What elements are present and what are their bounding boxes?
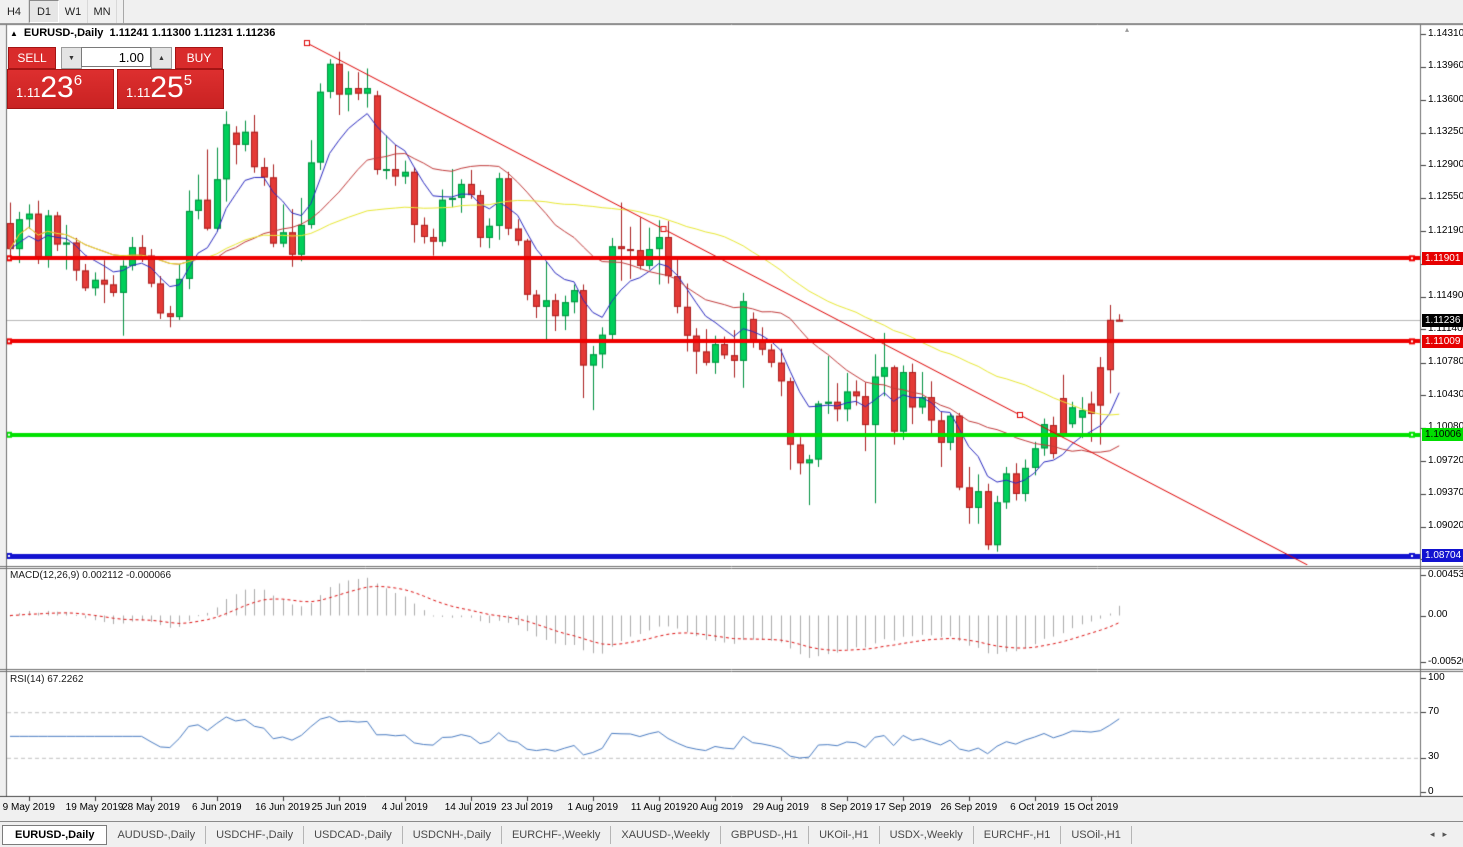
date-axis-label: 23 Jul 2019	[501, 802, 553, 813]
buy-price-prefix: 1.11	[126, 85, 150, 100]
tab-eurchf-h1[interactable]: EURCHF-,H1	[974, 826, 1062, 844]
date-axis-label: 14 Jul 2019	[445, 802, 497, 813]
price-axis-tick: 1.09720	[1428, 455, 1463, 466]
rsi-label: RSI(14) 67.2262	[10, 674, 83, 685]
chart-canvas[interactable]	[0, 0, 1463, 847]
chevron-down-icon: ▼	[68, 55, 75, 62]
buy-price-big: 25	[150, 70, 183, 106]
tab-gbpusd-h1[interactable]: GBPUSD-,H1	[721, 826, 809, 844]
price-axis-tick: 1.12900	[1428, 159, 1463, 170]
rsi-axis-label: 30	[1428, 751, 1439, 762]
tab-eurusd-daily[interactable]: EURUSD-,Daily	[2, 825, 107, 845]
sell-price-big: 23	[40, 70, 73, 106]
date-axis-label: 9 May 2019	[3, 802, 55, 813]
macd-values: 0.002112 -0.000066	[82, 570, 171, 581]
toolbar-divider	[123, 0, 124, 23]
volume-up-button[interactable]: ▲	[151, 47, 172, 69]
panel-collapse-icon[interactable]: ▲	[10, 29, 18, 38]
volume-down-button[interactable]: ▼	[61, 47, 82, 69]
price-tag: 1.11009	[1422, 335, 1463, 348]
date-axis-label: 28 May 2019	[122, 802, 180, 813]
tab-audusd-daily[interactable]: AUDUSD-,Daily	[107, 826, 206, 844]
price-axis-tick: 1.10780	[1428, 356, 1463, 367]
sell-button[interactable]: SELL	[8, 47, 56, 69]
date-axis-label: 20 Aug 2019	[687, 802, 743, 813]
price-axis-tick: 1.12550	[1428, 191, 1463, 202]
price-tag: 1.10006	[1422, 428, 1463, 441]
timeframe-button-h4[interactable]: H4	[0, 0, 29, 23]
date-axis-label: 17 Sep 2019	[875, 802, 932, 813]
price-axis-tick: 1.12190	[1428, 225, 1463, 236]
tab-usdcad-daily[interactable]: USDCAD-,Daily	[304, 826, 403, 844]
price-axis-tick: 1.13600	[1428, 94, 1463, 105]
buy-price-display[interactable]: 1.11255	[117, 69, 224, 109]
tab-eurchf-weekly[interactable]: EURCHF-,Weekly	[502, 826, 611, 844]
chevron-up-icon: ▲	[158, 55, 165, 62]
date-axis-label: 6 Oct 2019	[1010, 802, 1059, 813]
price-axis-tick: 1.09370	[1428, 487, 1463, 498]
chart-ohlc-values: 1.11241 1.11300 1.11231 1.11236	[110, 27, 276, 39]
chart-tab-bar: EURUSD-,DailyAUDUSD-,DailyUSDCHF-,DailyU…	[0, 821, 1463, 847]
timeframe-button-mn[interactable]: MN	[88, 0, 117, 23]
date-axis-label: 8 Sep 2019	[821, 802, 872, 813]
buy-button[interactable]: BUY	[175, 47, 223, 69]
price-tag: 1.11901	[1422, 252, 1463, 265]
timeframe-button-w1[interactable]: W1	[59, 0, 88, 23]
date-axis-label: 25 Jun 2019	[311, 802, 366, 813]
macd-label: MACD(12,26,9) 0.002112 -0.000066	[10, 570, 171, 581]
price-axis-tick: 1.10430	[1428, 389, 1463, 400]
date-axis-label: 26 Sep 2019	[940, 802, 997, 813]
tab-usdchf-daily[interactable]: USDCHF-,Daily	[206, 826, 304, 844]
price-axis-tick: 1.14310	[1428, 28, 1463, 39]
tab-ukoil-h1[interactable]: UKOil-,H1	[809, 826, 880, 844]
tab-usdx-weekly[interactable]: USDX-,Weekly	[880, 826, 974, 844]
date-axis-label: 11 Aug 2019	[631, 802, 686, 813]
sell-price-display[interactable]: 1.11236	[7, 69, 114, 109]
price-tag: 1.08704	[1422, 549, 1463, 562]
tab-usdcnh-daily[interactable]: USDCNH-,Daily	[403, 826, 502, 844]
rsi-value: 67.2262	[47, 674, 83, 685]
rsi-axis-label: 70	[1428, 706, 1439, 717]
rsi-axis-label: 100	[1428, 672, 1445, 683]
date-axis-label: 4 Jul 2019	[382, 802, 428, 813]
macd-axis-label: 0.004536	[1428, 569, 1463, 580]
timeframe-toolbar: H4D1W1MN	[0, 0, 1463, 24]
chart-shift-marker-icon: ▴	[1125, 25, 1129, 34]
chart-symbol-period: EURUSD-,Daily	[24, 27, 103, 39]
date-axis-label: 15 Oct 2019	[1064, 802, 1118, 813]
buy-price-sup: 5	[184, 72, 192, 89]
macd-axis-label: 0.00	[1428, 609, 1447, 620]
rsi-axis-label: 0	[1428, 786, 1434, 797]
chart-title: ▲ EURUSD-,Daily 1.11241 1.11300 1.11231 1…	[10, 27, 275, 39]
date-axis-label: 19 May 2019	[66, 802, 124, 813]
sell-price-prefix: 1.11	[16, 85, 40, 100]
date-axis-label: 1 Aug 2019	[567, 802, 618, 813]
price-axis-tick: 1.09020	[1428, 520, 1463, 531]
date-axis-label: 16 Jun 2019	[255, 802, 310, 813]
tab-scroll-arrows: ◂▸	[1430, 829, 1455, 840]
timeframe-button-d1[interactable]: D1	[29, 0, 59, 23]
price-axis-tick: 1.13960	[1428, 60, 1463, 71]
tab-usoil-h1[interactable]: USOil-,H1	[1061, 826, 1132, 844]
date-axis-label: 29 Aug 2019	[753, 802, 809, 813]
volume-input[interactable]	[81, 47, 151, 67]
macd-axis-label: -0.005205	[1428, 656, 1463, 667]
price-axis-tick: 1.11490	[1428, 290, 1463, 301]
sell-price-sup: 6	[74, 72, 82, 89]
tab-scroll-left-icon[interactable]: ◂	[1430, 829, 1443, 839]
price-tag: 1.11236	[1422, 314, 1463, 327]
date-axis-label: 6 Jun 2019	[192, 802, 242, 813]
tab-scroll-right-icon[interactable]: ▸	[1442, 829, 1455, 839]
tab-xauusd-weekly[interactable]: XAUUSD-,Weekly	[611, 826, 720, 844]
price-axis-tick: 1.13250	[1428, 126, 1463, 137]
